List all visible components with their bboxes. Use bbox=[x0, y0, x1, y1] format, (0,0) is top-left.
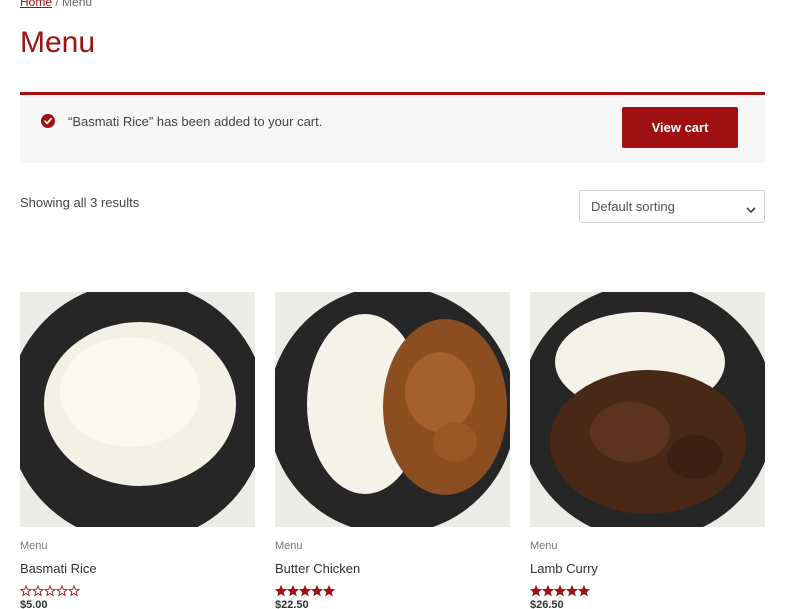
product-card[interactable]: Menu Basmati Rice $5.00 bbox=[19, 292, 255, 609]
product-card[interactable]: Menu Butter Chicken $22.50 bbox=[274, 292, 510, 609]
check-circle-icon bbox=[41, 114, 55, 128]
product-price: $26.50 bbox=[530, 599, 564, 609]
breadcrumb-home-link[interactable]: Home bbox=[20, 0, 52, 9]
breadcrumb-current: Menu bbox=[62, 0, 93, 9]
sort-selected-value: Default sorting bbox=[591, 199, 675, 214]
breadcrumb: Home / Menu bbox=[20, 0, 92, 9]
product-card[interactable]: Menu Lamb Curry $26.50 bbox=[529, 292, 765, 609]
product-category[interactable]: Menu bbox=[275, 540, 510, 552]
chevron-down-icon bbox=[746, 202, 756, 217]
product-name[interactable]: Lamb Curry bbox=[530, 561, 765, 576]
product-image[interactable] bbox=[275, 292, 510, 527]
sort-select[interactable]: Default sorting bbox=[579, 190, 765, 223]
product-image[interactable] bbox=[20, 292, 255, 527]
rating-stars bbox=[274, 584, 510, 597]
product-category[interactable]: Menu bbox=[20, 540, 255, 552]
product-name[interactable]: Butter Chicken bbox=[275, 561, 510, 576]
breadcrumb-separator: / bbox=[55, 0, 59, 9]
page-title: Menu bbox=[20, 26, 96, 59]
cart-notice: “Basmati Rice” has been added to your ca… bbox=[20, 92, 765, 163]
rating-stars bbox=[529, 584, 765, 597]
notice-message: “Basmati Rice” has been added to your ca… bbox=[68, 114, 323, 129]
product-price: $22.50 bbox=[275, 599, 309, 609]
product-category[interactable]: Menu bbox=[530, 540, 765, 552]
view-cart-button[interactable]: View cart bbox=[622, 107, 738, 148]
product-image[interactable] bbox=[530, 292, 765, 527]
result-count: Showing all 3 results bbox=[20, 195, 140, 210]
product-name[interactable]: Basmati Rice bbox=[20, 561, 255, 576]
product-price: $5.00 bbox=[20, 599, 48, 609]
rating-stars bbox=[19, 584, 255, 597]
